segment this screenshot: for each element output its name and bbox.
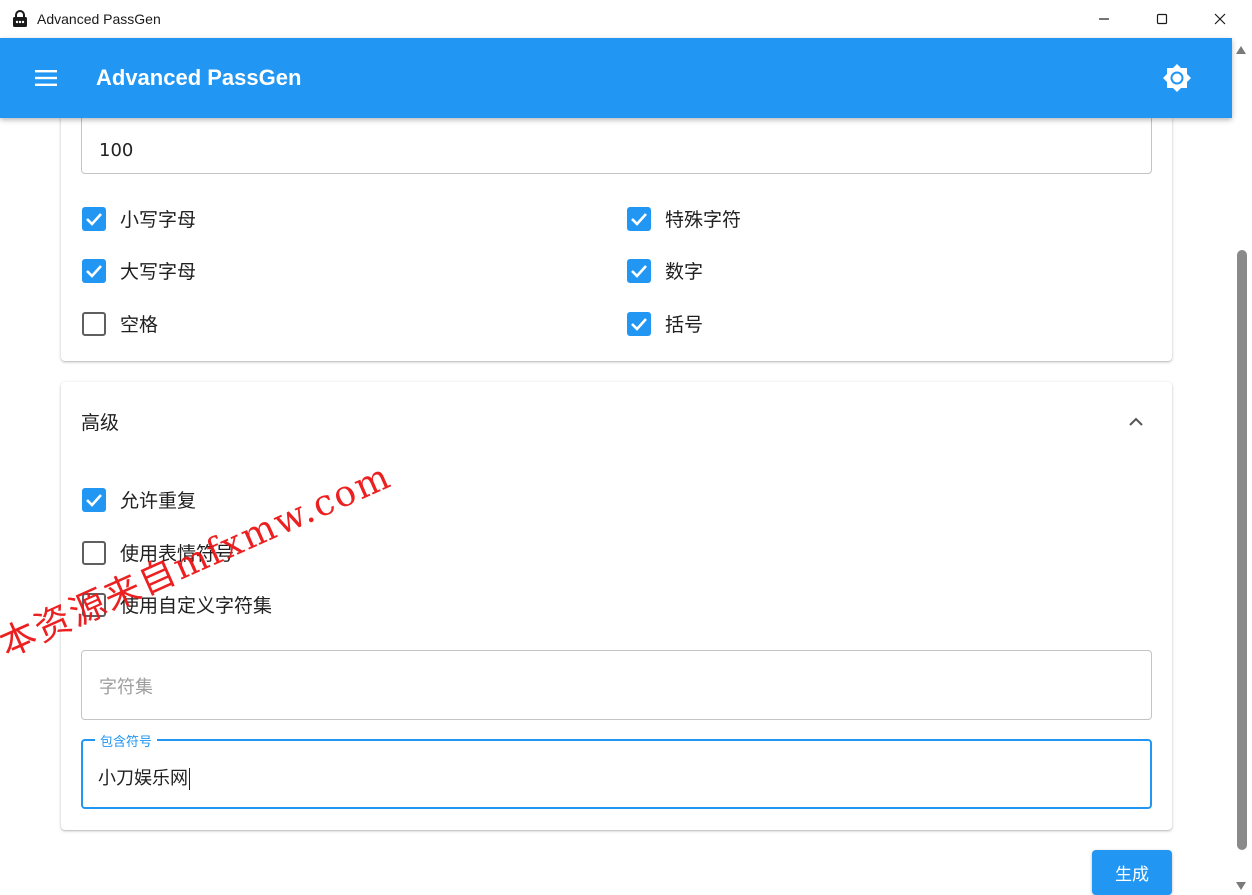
checkbox-label: 允许重复 bbox=[120, 490, 197, 512]
close-icon bbox=[1214, 13, 1226, 25]
lock-icon bbox=[12, 10, 28, 27]
window-titlebar: Advanced PassGen bbox=[0, 0, 1252, 38]
checkbox-checked-icon[interactable] bbox=[627, 311, 651, 336]
checkbox-label: 特殊字符 bbox=[665, 209, 742, 231]
checkbox-label: 空格 bbox=[120, 314, 159, 336]
length-input[interactable]: 100 bbox=[81, 118, 1152, 174]
window-title: Advanced PassGen bbox=[37, 11, 161, 27]
checkbox-checked-icon[interactable] bbox=[627, 258, 651, 283]
checkbox-unchecked-icon[interactable] bbox=[82, 540, 106, 565]
include-symbols-label: 包含符号 bbox=[95, 731, 158, 750]
special-chars-checkbox[interactable]: 特殊字符 bbox=[627, 205, 741, 232]
scroll-down-icon[interactable] bbox=[1235, 876, 1247, 895]
checkbox-unchecked-icon[interactable] bbox=[82, 311, 106, 336]
generate-button[interactable]: 生成 bbox=[1092, 850, 1172, 895]
menu-button[interactable] bbox=[31, 63, 61, 93]
allow-duplicates-checkbox[interactable]: 允许重复 bbox=[82, 486, 196, 513]
scrollbar-thumb[interactable] bbox=[1237, 250, 1247, 850]
chevron-up-icon bbox=[1129, 417, 1143, 426]
brightness-icon bbox=[1163, 64, 1191, 92]
checkbox-unchecked-icon[interactable] bbox=[82, 592, 106, 617]
content-area[interactable]: 100 小写字母 特殊字符 大写字母 数字 空格 括号 高级 允许重复 使用表情… bbox=[0, 118, 1232, 895]
brackets-checkbox[interactable]: 括号 bbox=[627, 310, 703, 337]
text-caret bbox=[189, 768, 190, 790]
advanced-options-card: 高级 允许重复 使用表情符号 使用自定义字符集 字符集 包含符号 小刀娱乐网 bbox=[61, 382, 1172, 830]
scroll-up-icon[interactable] bbox=[1235, 40, 1247, 59]
checkbox-label: 小写字母 bbox=[120, 209, 197, 231]
advanced-section-title: 高级 bbox=[81, 412, 120, 434]
checkbox-checked-icon[interactable] bbox=[82, 487, 106, 512]
theme-toggle-button[interactable] bbox=[1160, 61, 1194, 95]
close-button[interactable] bbox=[1191, 0, 1249, 38]
use-emoji-checkbox[interactable]: 使用表情符号 bbox=[82, 539, 234, 566]
checkbox-checked-icon[interactable] bbox=[82, 206, 106, 231]
checkbox-label: 大写字母 bbox=[120, 261, 197, 283]
minimize-icon bbox=[1099, 18, 1109, 20]
app-title: Advanced PassGen bbox=[96, 65, 302, 90]
include-symbols-value: 小刀娱乐网 bbox=[98, 768, 188, 789]
checkbox-label: 使用自定义字符集 bbox=[120, 595, 273, 617]
spaces-checkbox[interactable]: 空格 bbox=[82, 310, 158, 337]
maximize-button[interactable] bbox=[1133, 0, 1191, 38]
include-symbols-value-wrap: 小刀娱乐网 bbox=[98, 764, 190, 790]
checkbox-label: 括号 bbox=[665, 314, 704, 336]
app-bar: Advanced PassGen bbox=[0, 38, 1232, 118]
length-value: 100 bbox=[99, 140, 134, 161]
menu-icon bbox=[35, 70, 57, 86]
maximize-icon bbox=[1156, 13, 1168, 25]
checkbox-label: 数字 bbox=[665, 261, 704, 283]
charset-input[interactable]: 字符集 bbox=[81, 650, 1152, 720]
include-symbols-input[interactable]: 包含符号 小刀娱乐网 bbox=[81, 731, 1152, 809]
charset-placeholder: 字符集 bbox=[99, 677, 153, 698]
general-options-card: 100 小写字母 特殊字符 大写字母 数字 空格 括号 bbox=[61, 118, 1172, 361]
lowercase-checkbox[interactable]: 小写字母 bbox=[82, 205, 196, 232]
uppercase-checkbox[interactable]: 大写字母 bbox=[82, 257, 196, 284]
numbers-checkbox[interactable]: 数字 bbox=[627, 257, 703, 284]
minimize-button[interactable] bbox=[1075, 0, 1133, 38]
checkbox-label: 使用表情符号 bbox=[120, 543, 235, 565]
checkbox-checked-icon[interactable] bbox=[82, 258, 106, 283]
checkbox-checked-icon[interactable] bbox=[627, 206, 651, 231]
collapse-button[interactable] bbox=[1124, 410, 1148, 434]
custom-charset-checkbox[interactable]: 使用自定义字符集 bbox=[82, 591, 272, 618]
